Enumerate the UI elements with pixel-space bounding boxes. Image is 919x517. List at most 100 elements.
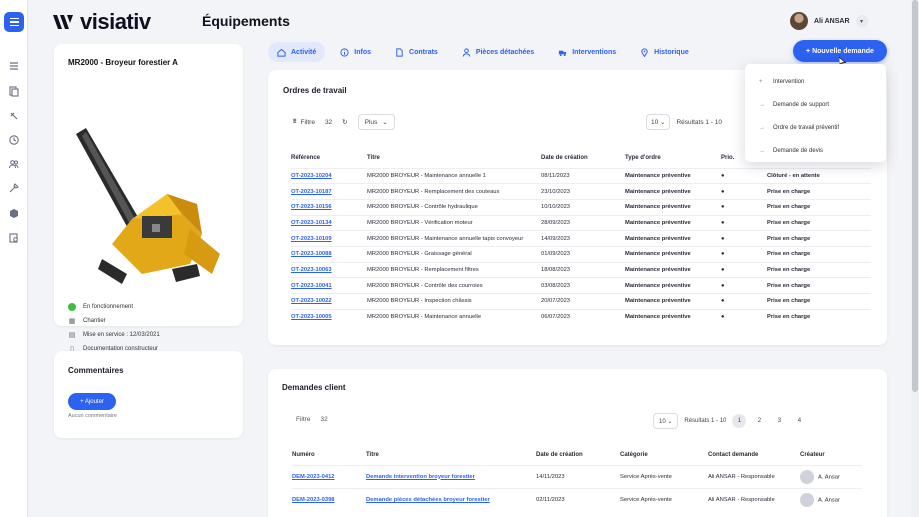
users-icon[interactable] (8, 158, 20, 170)
clock-icon[interactable] (8, 134, 20, 146)
table-cell: Prise en charge (767, 245, 871, 263)
column-header[interactable]: Date de création (536, 445, 620, 465)
creator-name: A. Ansar (818, 474, 840, 481)
dropdown-item[interactable]: → Ordre de travail préventif (745, 116, 886, 139)
table-cell[interactable]: OT-2023-10187 (291, 183, 367, 200)
tab-label: Activité (291, 48, 317, 56)
table-cell: Ali ANSAR - Responsable (708, 464, 800, 488)
docs-icon[interactable] (8, 85, 20, 97)
table-cell[interactable]: Demande pièces détachées broyeur foresti… (366, 487, 536, 511)
refresh-icon[interactable]: ↻ (342, 118, 347, 126)
tab-interventions[interactable]: Interventions (549, 42, 625, 62)
scrollbar-thumb[interactable] (912, 0, 918, 392)
table-cell: ● (721, 214, 767, 231)
page-size-select[interactable]: 10 ⌄ (646, 114, 671, 130)
table-cell: Prise en charge (767, 230, 871, 247)
column-header[interactable]: Créateur (800, 445, 862, 465)
table-cell[interactable]: OT-2023-10204 (291, 167, 367, 184)
table-cell: MR2000 BROYEUR - Vérification moteur (367, 214, 541, 231)
chevron-down-icon[interactable]: ▾ (855, 15, 868, 27)
table-cell: 10/10/2023 (541, 198, 625, 216)
table-row[interactable]: OT-2023-10022 MR2000 BROYEUR - Inspection… (291, 293, 871, 310)
column-header[interactable]: Date de création (541, 148, 625, 168)
page-button[interactable]: 3 (772, 414, 786, 428)
page-size-select[interactable]: 10 ⌄ (653, 413, 679, 429)
column-header[interactable]: Catégorie (620, 445, 708, 465)
person-icon (462, 47, 470, 57)
avatar[interactable] (790, 12, 808, 30)
app-logo[interactable]: visiativ (50, 9, 151, 34)
table-row[interactable]: OT-2023-10041 MR2000 BROYEUR - Contrôle d… (291, 277, 871, 294)
table-row[interactable]: OT-2023-10187 MR2000 BROYEUR - Remplaceme… (291, 183, 871, 200)
dropdown-item-label: Ordre de travail préventif (773, 124, 840, 131)
tools-icon[interactable] (8, 182, 20, 194)
dropdown-item[interactable]: → Demande de support (745, 93, 886, 116)
table-cell: ● (721, 261, 767, 278)
table-row[interactable]: OT-2023-10109 MR2000 BROYEUR - Maintenanc… (291, 230, 871, 247)
table-cell[interactable]: DEM-2023-0412 (292, 464, 366, 488)
user-menu[interactable]: Ali ANSAR ▾ (790, 12, 868, 30)
table-cell: Service Après-vente (620, 464, 708, 488)
pager-label: Résultats 1 - 10 (684, 418, 727, 424)
table-cell[interactable]: OT-2023-10156 (291, 198, 367, 216)
table-row[interactable]: DEM-2023-0412 Demande intervention broyeu… (292, 464, 862, 488)
filter-button[interactable]: Filtre (296, 416, 310, 423)
search-doc-icon[interactable] (8, 232, 20, 244)
add-comment-button[interactable]: + Ajouter (68, 393, 116, 410)
table-header-row: Numéro Titre Date de création Catégorie … (292, 445, 862, 465)
table-row[interactable]: OT-2023-10156 MR2000 BROYEUR - Contrôle h… (291, 198, 871, 216)
table-row[interactable]: DEM-2023-0398 Demande pièces détachées br… (292, 487, 862, 511)
table-cell: 14/11/2023 (536, 464, 620, 488)
table-cell[interactable]: DEM-2023-0398 (292, 487, 366, 511)
client-toolbar: Filtre 32 (296, 416, 328, 423)
table-row[interactable]: OT-2023-10088 MR2000 BROYEUR - Graissage … (291, 245, 871, 263)
column-header[interactable]: Titre (366, 445, 536, 465)
tab-contracts[interactable]: Contrats (386, 42, 447, 62)
table-cell: Prise en charge (767, 261, 871, 278)
table-row[interactable]: OT-2023-10204 MR2000 BROYEUR - Maintenanc… (291, 167, 871, 184)
table-cell: Maintenance préventive (625, 293, 721, 310)
column-header[interactable]: Contact demande (708, 445, 800, 465)
user-name[interactable]: Ali ANSAR (814, 18, 850, 25)
page-button[interactable]: 4 (792, 414, 806, 428)
table-cell: ● (721, 230, 767, 247)
wrench-icon[interactable] (8, 110, 20, 122)
scrollbar[interactable] (911, 0, 919, 517)
dropdown-item[interactable]: + Intervention (745, 70, 886, 93)
dropdown-item-label: Intervention (773, 78, 805, 85)
tab-label: Historique (654, 48, 689, 56)
tab-infos[interactable]: Infos (331, 42, 380, 62)
table-cell: Maintenance préventive (625, 277, 721, 294)
table-cell[interactable]: OT-2023-10063 (291, 261, 367, 278)
info-row: En fonctionnement (68, 300, 160, 314)
table-cell[interactable]: OT-2023-10088 (291, 245, 367, 263)
column-header[interactable]: Numéro (292, 445, 366, 465)
table-cell[interactable]: Demande intervention broyeur forestier (366, 464, 536, 488)
page-button[interactable]: 1 (732, 414, 747, 428)
menu-icon[interactable] (4, 12, 24, 32)
comments-card: Commentaires + Ajouter Aucun commentaire (54, 351, 243, 438)
column-header[interactable]: Titre (367, 148, 541, 168)
column-header[interactable]: Référence (291, 148, 367, 168)
filter-button[interactable]: ⩩ Filtre (293, 118, 315, 126)
table-cell: MR2000 BROYEUR - Maintenance annuelle ta… (367, 230, 541, 247)
column-header[interactable]: Type d'ordre (625, 148, 721, 168)
table-row[interactable]: OT-2023-10063 MR2000 BROYEUR - Remplaceme… (291, 261, 871, 278)
tab-history[interactable]: Historique (631, 42, 698, 62)
table-cell[interactable]: OT-2023-10041 (291, 277, 367, 294)
sort-select[interactable]: Plus ⌄ (357, 114, 395, 130)
table-row[interactable]: OT-2023-10134 MR2000 BROYEUR - Vérificati… (291, 214, 871, 231)
tab-activity[interactable]: Activité (268, 42, 326, 62)
table-row[interactable]: OT-2023-10005 MR2000 BROYEUR - Maintenanc… (291, 308, 871, 325)
grid-icon[interactable] (8, 60, 20, 72)
table-cell[interactable]: OT-2023-10005 (291, 308, 367, 325)
table-cell: MR2000 BROYEUR - Contrôle des courroies (367, 277, 541, 294)
tab-parts[interactable]: Pièces détachées (453, 42, 543, 62)
table-cell[interactable]: OT-2023-10022 (291, 293, 367, 310)
box-icon[interactable] (8, 207, 20, 219)
page-button[interactable]: 2 (752, 414, 766, 428)
table-cell[interactable]: OT-2023-10134 (291, 214, 367, 231)
table-cell: A. Ansar (800, 464, 862, 488)
dropdown-item[interactable]: → Demande de devis (745, 139, 886, 162)
table-cell[interactable]: OT-2023-10109 (291, 230, 367, 247)
